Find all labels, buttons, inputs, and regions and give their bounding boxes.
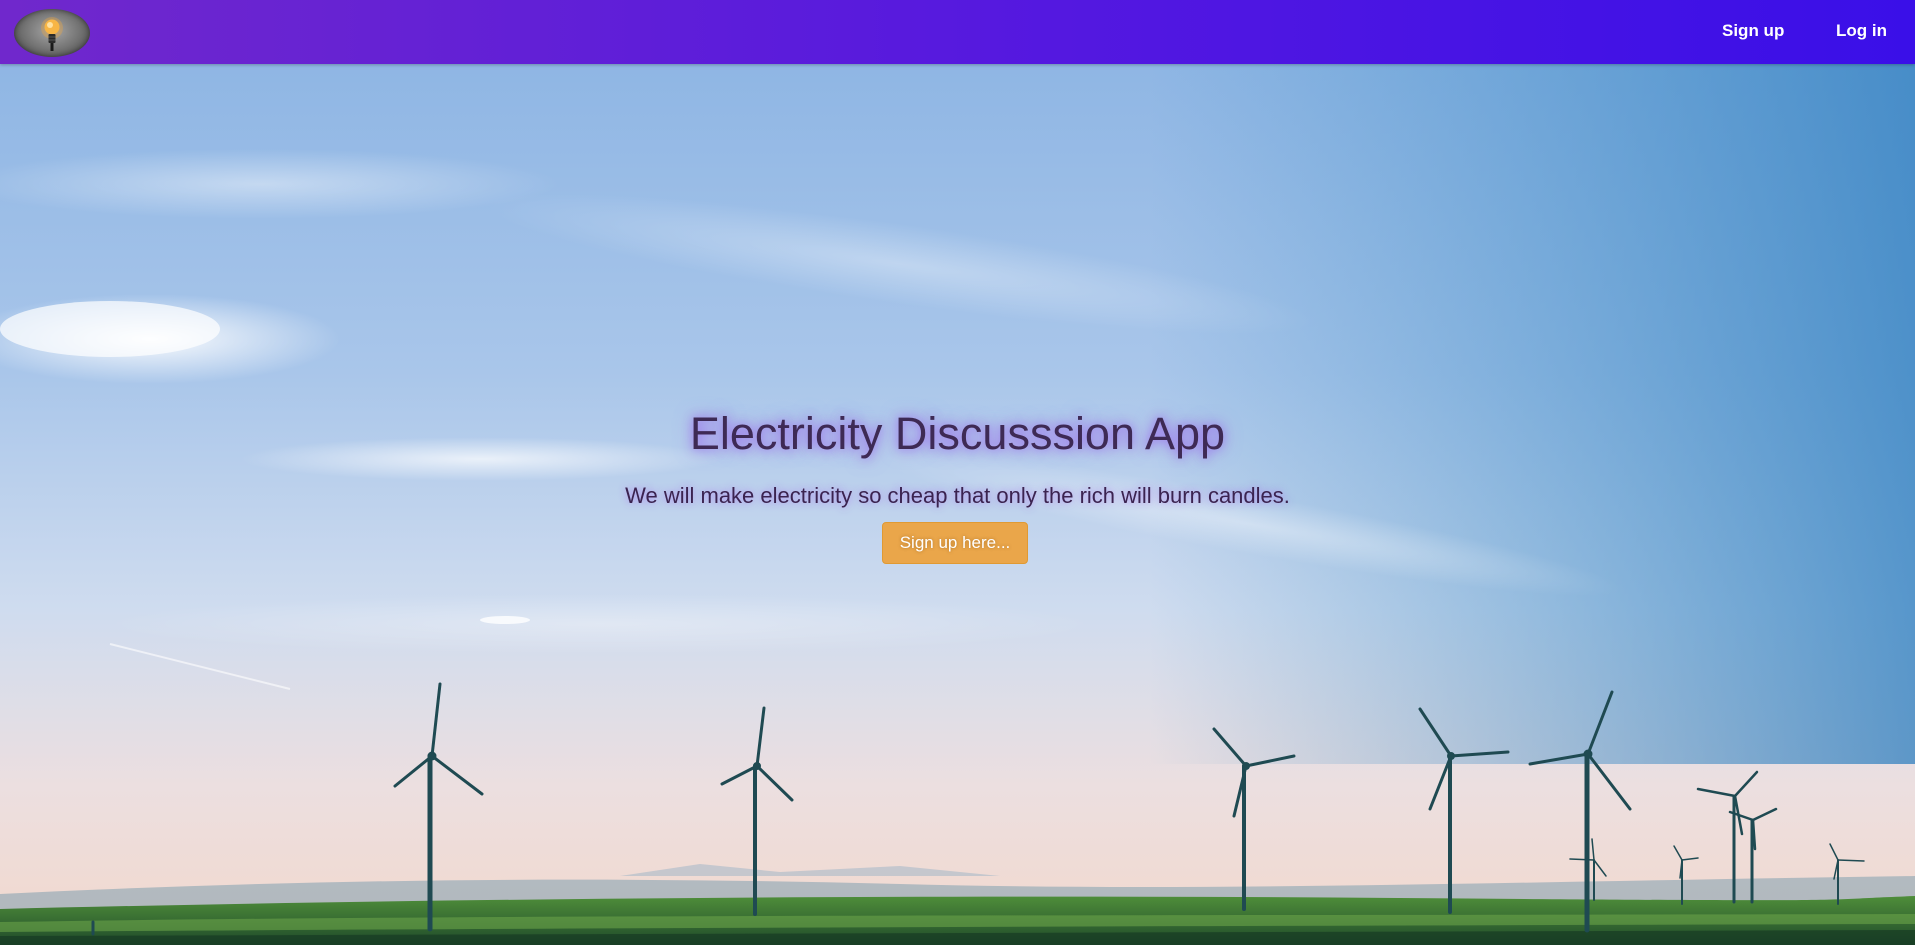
hero-section: Electricity Discusssion App We will make…: [0, 64, 1915, 945]
nav-signup-link[interactable]: Sign up: [1722, 21, 1784, 41]
nav-login-link[interactable]: Log in: [1836, 21, 1887, 41]
hero-tagline: We will make electricity so cheap that o…: [625, 483, 1290, 508]
lightbulb-icon: [41, 17, 63, 51]
logo[interactable]: [14, 9, 90, 57]
signup-here-button[interactable]: Sign up here...: [882, 522, 1028, 564]
hero-title: Electricity Discusssion App: [689, 408, 1226, 459]
navbar: Sign up Log in: [0, 0, 1915, 64]
